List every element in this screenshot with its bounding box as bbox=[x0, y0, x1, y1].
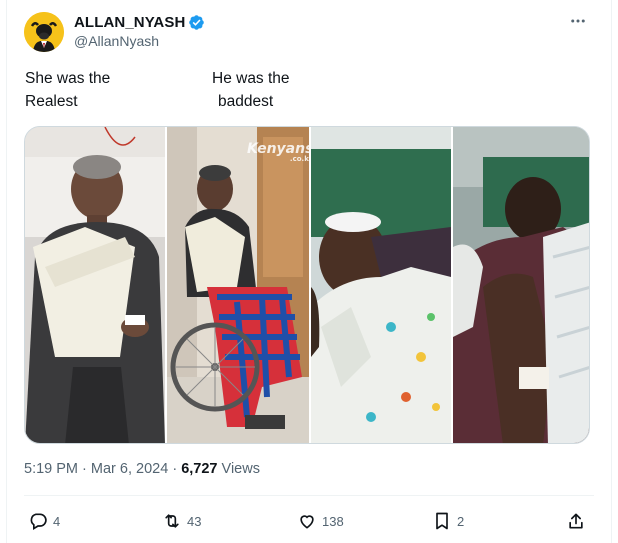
tweet-meta: 5:19 PM · Mar 6, 2024 · 6,727 Views bbox=[24, 461, 260, 477]
man-in-hospital-bed-photo[interactable] bbox=[311, 127, 451, 443]
tweet-text-right-line2: baddest bbox=[218, 93, 274, 110]
divider bbox=[24, 495, 594, 496]
bookmark-icon bbox=[436, 512, 448, 530]
tweet-text-left: She was the Realest bbox=[25, 67, 110, 113]
author-names: ALLAN_NYASH @AllanNyash bbox=[74, 13, 205, 49]
reply-count: 4 bbox=[53, 513, 61, 529]
action-bar: 4 43 138 2 bbox=[24, 509, 594, 533]
tweet-text-right-line1: He was the bbox=[212, 70, 290, 87]
avatar[interactable] bbox=[24, 12, 64, 52]
tweet-text-right: He was the baddest bbox=[212, 67, 290, 113]
woman-in-wheelchair-photo[interactable]: Kenyans .co.ke bbox=[167, 127, 309, 443]
share-button[interactable] bbox=[566, 509, 586, 533]
views-count: 6,727 bbox=[181, 461, 218, 477]
bookmark-count: 2 bbox=[457, 513, 465, 529]
repost-icon bbox=[165, 514, 179, 528]
meta-separator: · bbox=[82, 461, 87, 477]
heart-icon bbox=[300, 515, 314, 529]
repost-button[interactable]: 43 bbox=[162, 509, 201, 533]
meta-separator: · bbox=[172, 461, 178, 477]
bull-avatar-icon bbox=[24, 12, 64, 52]
woman-in-hospital-bed-photo[interactable] bbox=[25, 127, 165, 443]
reply-button[interactable]: 4 bbox=[28, 509, 60, 533]
reply-icon bbox=[30, 513, 47, 530]
share-icon bbox=[569, 513, 583, 529]
author-handle[interactable]: @AllanNyash bbox=[74, 33, 205, 49]
tweet-time[interactable]: 5:19 PM bbox=[24, 461, 78, 477]
like-count: 138 bbox=[322, 513, 344, 529]
display-name[interactable]: ALLAN_NYASH bbox=[74, 14, 185, 31]
watermark-logo: Kenyans .co.ke bbox=[247, 141, 309, 163]
media-grid[interactable]: Kenyans .co.ke bbox=[24, 126, 590, 444]
like-button[interactable]: 138 bbox=[297, 509, 344, 533]
views-label: Views bbox=[221, 461, 260, 477]
tweet-header: ALLAN_NYASH @AllanNyash bbox=[24, 12, 594, 56]
repost-count: 43 bbox=[187, 513, 202, 529]
tweet-date[interactable]: Mar 6, 2024 bbox=[91, 461, 168, 477]
more-options-icon[interactable] bbox=[566, 12, 590, 32]
tweet-text-left-line1: She was the bbox=[25, 70, 111, 87]
man-lying-in-bed-photo[interactable] bbox=[453, 127, 589, 443]
tweet-text-left-line2: Realest bbox=[25, 93, 78, 110]
bookmark-button[interactable]: 2 bbox=[432, 509, 464, 533]
tweet-text: She was the Realest He was the baddest bbox=[25, 67, 585, 117]
verified-badge-icon bbox=[188, 14, 205, 31]
